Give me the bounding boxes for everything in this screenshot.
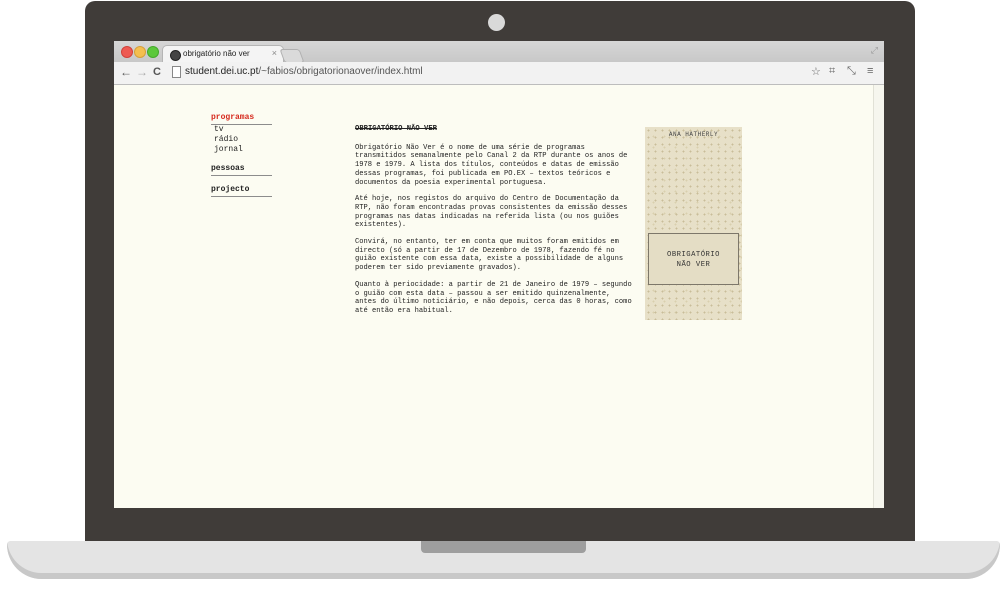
address-bar[interactable]: student.dei.uc.pt/~fabios/obrigatorionao… bbox=[169, 65, 869, 80]
article-paragraph-4: Quanto à periocidade: a partir de 21 de … bbox=[355, 280, 632, 315]
url-path: /~fabios/obrigatorionaover/index.html bbox=[258, 66, 423, 77]
bookmark-star-icon[interactable]: ☆ bbox=[811, 65, 821, 78]
zoom-window-button[interactable] bbox=[147, 46, 159, 58]
article-paragraph-1: Obrigatório Não Ver é o nome de uma séri… bbox=[355, 143, 628, 187]
page-icon bbox=[172, 66, 181, 78]
book-cover-image: ANA HATHERLY OBRIGATÓRIO NÃO VER bbox=[645, 127, 742, 320]
camera-icon bbox=[488, 14, 505, 31]
cover-author: ANA HATHERLY bbox=[668, 131, 719, 138]
browser-toolbar: ← → C student.dei.uc.pt/~fabios/obrigato… bbox=[114, 62, 884, 85]
scrollbar[interactable] bbox=[873, 85, 884, 508]
cast-icon[interactable]: ⌗ bbox=[829, 65, 835, 78]
cover-title-line-1: OBRIGATÓRIO bbox=[667, 251, 720, 259]
nav-projecto[interactable]: projecto bbox=[211, 185, 272, 197]
url-text[interactable]: student.dei.uc.pt/~fabios/obrigatorionao… bbox=[185, 66, 423, 77]
article-title: OBRIGATÓRIO NÃO VER bbox=[355, 125, 437, 133]
favicon-icon bbox=[170, 50, 181, 61]
close-window-button[interactable] bbox=[121, 46, 133, 58]
tab-active[interactable]: obrigatório não ver × bbox=[162, 45, 284, 63]
extension-icon[interactable]: ⤡ bbox=[847, 65, 856, 78]
article-paragraph-3: Convirá, no entanto, ter em conta que mu… bbox=[355, 238, 624, 273]
nav-pessoas[interactable]: pessoas bbox=[211, 164, 272, 176]
article-paragraph-2: Até hoje, nos registos do arquivo do Cen… bbox=[355, 195, 628, 230]
site-nav: programas tv rádio jornal pessoas projec… bbox=[211, 113, 272, 197]
minimize-window-button[interactable] bbox=[134, 46, 146, 58]
nav-programas[interactable]: programas bbox=[211, 113, 272, 125]
forward-arrow-icon[interactable]: → bbox=[136, 65, 148, 79]
back-arrow-icon[interactable]: ← bbox=[120, 65, 132, 79]
reload-icon[interactable]: C bbox=[153, 66, 161, 78]
cover-title: OBRIGATÓRIO NÃO VER bbox=[649, 250, 738, 270]
browser-window: obrigatório não ver × ⤢ ← → C student.de… bbox=[114, 41, 884, 508]
tab-bar: obrigatório não ver × ⤢ bbox=[114, 41, 884, 63]
tab-title: obrigatório não ver bbox=[183, 49, 250, 58]
fullscreen-icon[interactable]: ⤢ bbox=[871, 45, 878, 56]
menu-icon[interactable]: ≡ bbox=[867, 65, 873, 77]
nav-jornal[interactable]: jornal bbox=[211, 145, 272, 155]
tab-close-icon[interactable]: × bbox=[272, 48, 277, 58]
laptop-notch bbox=[421, 541, 586, 553]
cover-label: OBRIGATÓRIO NÃO VER bbox=[648, 233, 739, 285]
new-tab-button[interactable] bbox=[279, 49, 305, 63]
cover-title-line-2: NÃO VER bbox=[676, 261, 711, 269]
url-host: student.dei.uc.pt bbox=[185, 66, 259, 77]
article: OBRIGATÓRIO NÃO VER Obrigatório Não Ver … bbox=[355, 125, 635, 324]
nav-tv[interactable]: tv bbox=[211, 125, 272, 135]
nav-radio[interactable]: rádio bbox=[211, 135, 272, 145]
page-content: programas tv rádio jornal pessoas projec… bbox=[114, 85, 874, 508]
